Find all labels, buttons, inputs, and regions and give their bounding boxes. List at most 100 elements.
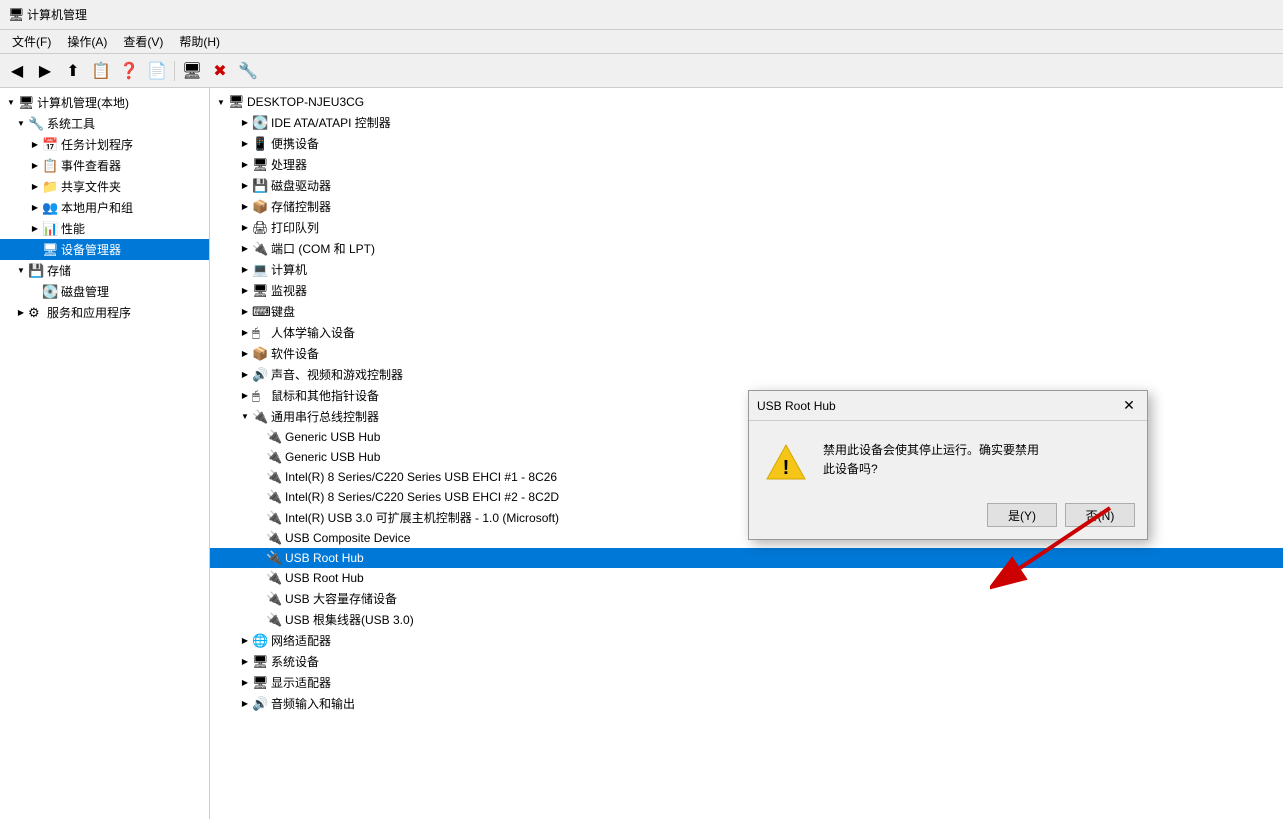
port-icon: 📱 bbox=[252, 136, 268, 152]
sidebar-system-tools[interactable]: ▼ 🔧 系统工具 bbox=[0, 113, 209, 134]
btn-yes[interactable]: 是(Y) bbox=[987, 503, 1057, 527]
sidebar-device-manager[interactable]: 🖥 设备管理器 bbox=[0, 239, 209, 260]
kb-arrow: ▶ bbox=[238, 305, 252, 319]
comport-label: 端口 (COM 和 LPT) bbox=[271, 240, 375, 257]
menu-help[interactable]: 帮助(H) bbox=[171, 31, 228, 52]
properties-btn[interactable]: 🔧 bbox=[235, 58, 261, 84]
usbdev4-icon: 🔌 bbox=[266, 510, 282, 526]
cat-ide[interactable]: ▶ 💽 IDE ATA/ATAPI 控制器 bbox=[210, 112, 1283, 133]
ide-arrow: ▶ bbox=[238, 116, 252, 130]
perf-icon: 📊 bbox=[42, 221, 58, 237]
usb-root-hub-selected[interactable]: 🔌 USB Root Hub bbox=[210, 548, 1283, 568]
kb-icon: ⌨ bbox=[252, 304, 268, 320]
st-arrow: ▼ bbox=[14, 264, 28, 278]
sysdev-label: 系统设备 bbox=[271, 653, 319, 670]
usb-child-9[interactable]: 🔌 USB 根集线器(USB 3.0) bbox=[210, 609, 1283, 630]
device-root[interactable]: ▼ 🖥 DESKTOP-NJEU3CG bbox=[210, 92, 1283, 112]
disk-arrow: ▶ bbox=[238, 179, 252, 193]
mse-icon: 🖱 bbox=[252, 388, 268, 404]
sf-label: 共享文件夹 bbox=[61, 178, 121, 195]
sw-icon: 📦 bbox=[252, 346, 268, 362]
help-btn[interactable]: ❓ bbox=[116, 58, 142, 84]
sidebar-services[interactable]: ▶ ⚙ 服务和应用程序 bbox=[0, 302, 209, 323]
perf-arrow: ▶ bbox=[28, 222, 42, 236]
usb-arrow: ▼ bbox=[238, 410, 252, 424]
proc-arrow: ▶ bbox=[238, 158, 252, 172]
cat-port[interactable]: ▶ 🔌 端口 (COM 和 LPT) bbox=[210, 238, 1283, 259]
cat-software[interactable]: ▶ 📦 软件设备 bbox=[210, 343, 1283, 364]
sidebar-event-viewer[interactable]: ▶ 📋 事件查看器 bbox=[0, 155, 209, 176]
usbdev6-icon: 🔌 bbox=[266, 550, 282, 566]
root-label: 计算机管理(本地) bbox=[37, 94, 129, 111]
menu-file[interactable]: 文件(F) bbox=[4, 31, 59, 52]
usb-child-8[interactable]: 🔌 USB 大容量存储设备 bbox=[210, 588, 1283, 609]
sidebar-shared-folders[interactable]: ▶ 📁 共享文件夹 bbox=[0, 176, 209, 197]
export-btn[interactable]: 📄 bbox=[144, 58, 170, 84]
back-btn[interactable]: ◀ bbox=[4, 58, 30, 84]
cat-network[interactable]: ▶ 🌐 网络适配器 bbox=[210, 630, 1283, 651]
snd-icon: 🔊 bbox=[252, 367, 268, 383]
net-arrow: ▶ bbox=[238, 634, 252, 648]
sys-arrow: ▼ bbox=[14, 117, 28, 131]
show-hide-btn[interactable]: 📋 bbox=[88, 58, 114, 84]
dm-icon: 🖥 bbox=[42, 242, 58, 258]
usbdev9-icon: 🔌 bbox=[266, 612, 282, 628]
menu-action[interactable]: 操作(A) bbox=[59, 31, 115, 52]
cat-display[interactable]: ▶ 🖥 显示适配器 bbox=[210, 672, 1283, 693]
btn-no[interactable]: 否(N) bbox=[1065, 503, 1135, 527]
cat-sound[interactable]: ▶ 🔊 声音、视频和游戏控制器 bbox=[210, 364, 1283, 385]
sw-arrow: ▶ bbox=[238, 347, 252, 361]
cat-storage[interactable]: ▶ 📦 存储控制器 bbox=[210, 196, 1283, 217]
menu-view[interactable]: 查看(V) bbox=[115, 31, 171, 52]
mse-label: 鼠标和其他指针设备 bbox=[271, 387, 379, 404]
usb-child-7[interactable]: 🔌 USB Root Hub bbox=[210, 568, 1283, 588]
ts-arrow: ▶ bbox=[28, 138, 42, 152]
sidebar-storage[interactable]: ▼ 💾 存储 bbox=[0, 260, 209, 281]
sidebar-root[interactable]: ▼ 🖥 计算机管理(本地) bbox=[0, 92, 209, 113]
stctl-icon: 📦 bbox=[252, 199, 268, 215]
cat-computer[interactable]: ▶ 💻 计算机 bbox=[210, 259, 1283, 280]
dm-label: 设备管理器 bbox=[61, 241, 121, 258]
usbdev8-label: USB 大容量存储设备 bbox=[285, 590, 397, 607]
usbdev6-label: USB Root Hub bbox=[285, 551, 364, 565]
up-btn[interactable]: ⬆ bbox=[60, 58, 86, 84]
stctl-label: 存储控制器 bbox=[271, 198, 331, 215]
snd-label: 声音、视频和游戏控制器 bbox=[271, 366, 403, 383]
cat-hid[interactable]: ▶ 🖱 人体学输入设备 bbox=[210, 322, 1283, 343]
sf-icon: 📁 bbox=[42, 179, 58, 195]
usbdev4-label: Intel(R) USB 3.0 可扩展主机控制器 - 1.0 (Microso… bbox=[285, 509, 559, 526]
cat-disk[interactable]: ▶ 💾 磁盘驱动器 bbox=[210, 175, 1283, 196]
net-label: 网络适配器 bbox=[271, 632, 331, 649]
forward-btn[interactable]: ▶ bbox=[32, 58, 58, 84]
ts-label: 任务计划程序 bbox=[61, 136, 133, 153]
delete-btn[interactable]: ✖ bbox=[207, 58, 233, 84]
comp-icon: 💻 bbox=[252, 262, 268, 278]
cat-audio[interactable]: ▶ 🔊 音频输入和输出 bbox=[210, 693, 1283, 714]
computer-btn[interactable]: 🖥 bbox=[179, 58, 205, 84]
comport-icon: 🔌 bbox=[252, 241, 268, 257]
cat-monitor[interactable]: ▶ 🖥 监视器 bbox=[210, 280, 1283, 301]
ev-icon: 📋 bbox=[42, 158, 58, 174]
cat-sysdev[interactable]: ▶ 🖥 系统设备 bbox=[210, 651, 1283, 672]
cat-keyboard[interactable]: ▶ ⌨ 键盘 bbox=[210, 301, 1283, 322]
comport-arrow: ▶ bbox=[238, 242, 252, 256]
sidebar-performance[interactable]: ▶ 📊 性能 bbox=[0, 218, 209, 239]
sysdev-icon: 🖥 bbox=[252, 654, 268, 670]
cat-print[interactable]: ▶ 🖨 打印队列 bbox=[210, 217, 1283, 238]
perf-label: 性能 bbox=[61, 220, 85, 237]
lu-arrow: ▶ bbox=[28, 201, 42, 215]
mon-arrow: ▶ bbox=[238, 284, 252, 298]
sidebar-local-users[interactable]: ▶ 👥 本地用户和组 bbox=[0, 197, 209, 218]
svc-arrow: ▶ bbox=[14, 306, 28, 320]
usbdev9-label: USB 根集线器(USB 3.0) bbox=[285, 611, 414, 628]
usb-label: 通用串行总线控制器 bbox=[271, 408, 379, 425]
dev-root-label: DESKTOP-NJEU3CG bbox=[247, 95, 364, 109]
sidebar-disk-mgmt[interactable]: 💽 磁盘管理 bbox=[0, 281, 209, 302]
disk-icon: 💾 bbox=[252, 178, 268, 194]
dialog-close-btn[interactable]: ✕ bbox=[1119, 396, 1139, 416]
cat-portable[interactable]: ▶ 📱 便携设备 bbox=[210, 133, 1283, 154]
cat-processor[interactable]: ▶ 🖥 处理器 bbox=[210, 154, 1283, 175]
sys-icon: 🔧 bbox=[28, 116, 44, 132]
sidebar-task-scheduler[interactable]: ▶ 📅 任务计划程序 bbox=[0, 134, 209, 155]
usbdev1-icon: 🔌 bbox=[266, 449, 282, 465]
